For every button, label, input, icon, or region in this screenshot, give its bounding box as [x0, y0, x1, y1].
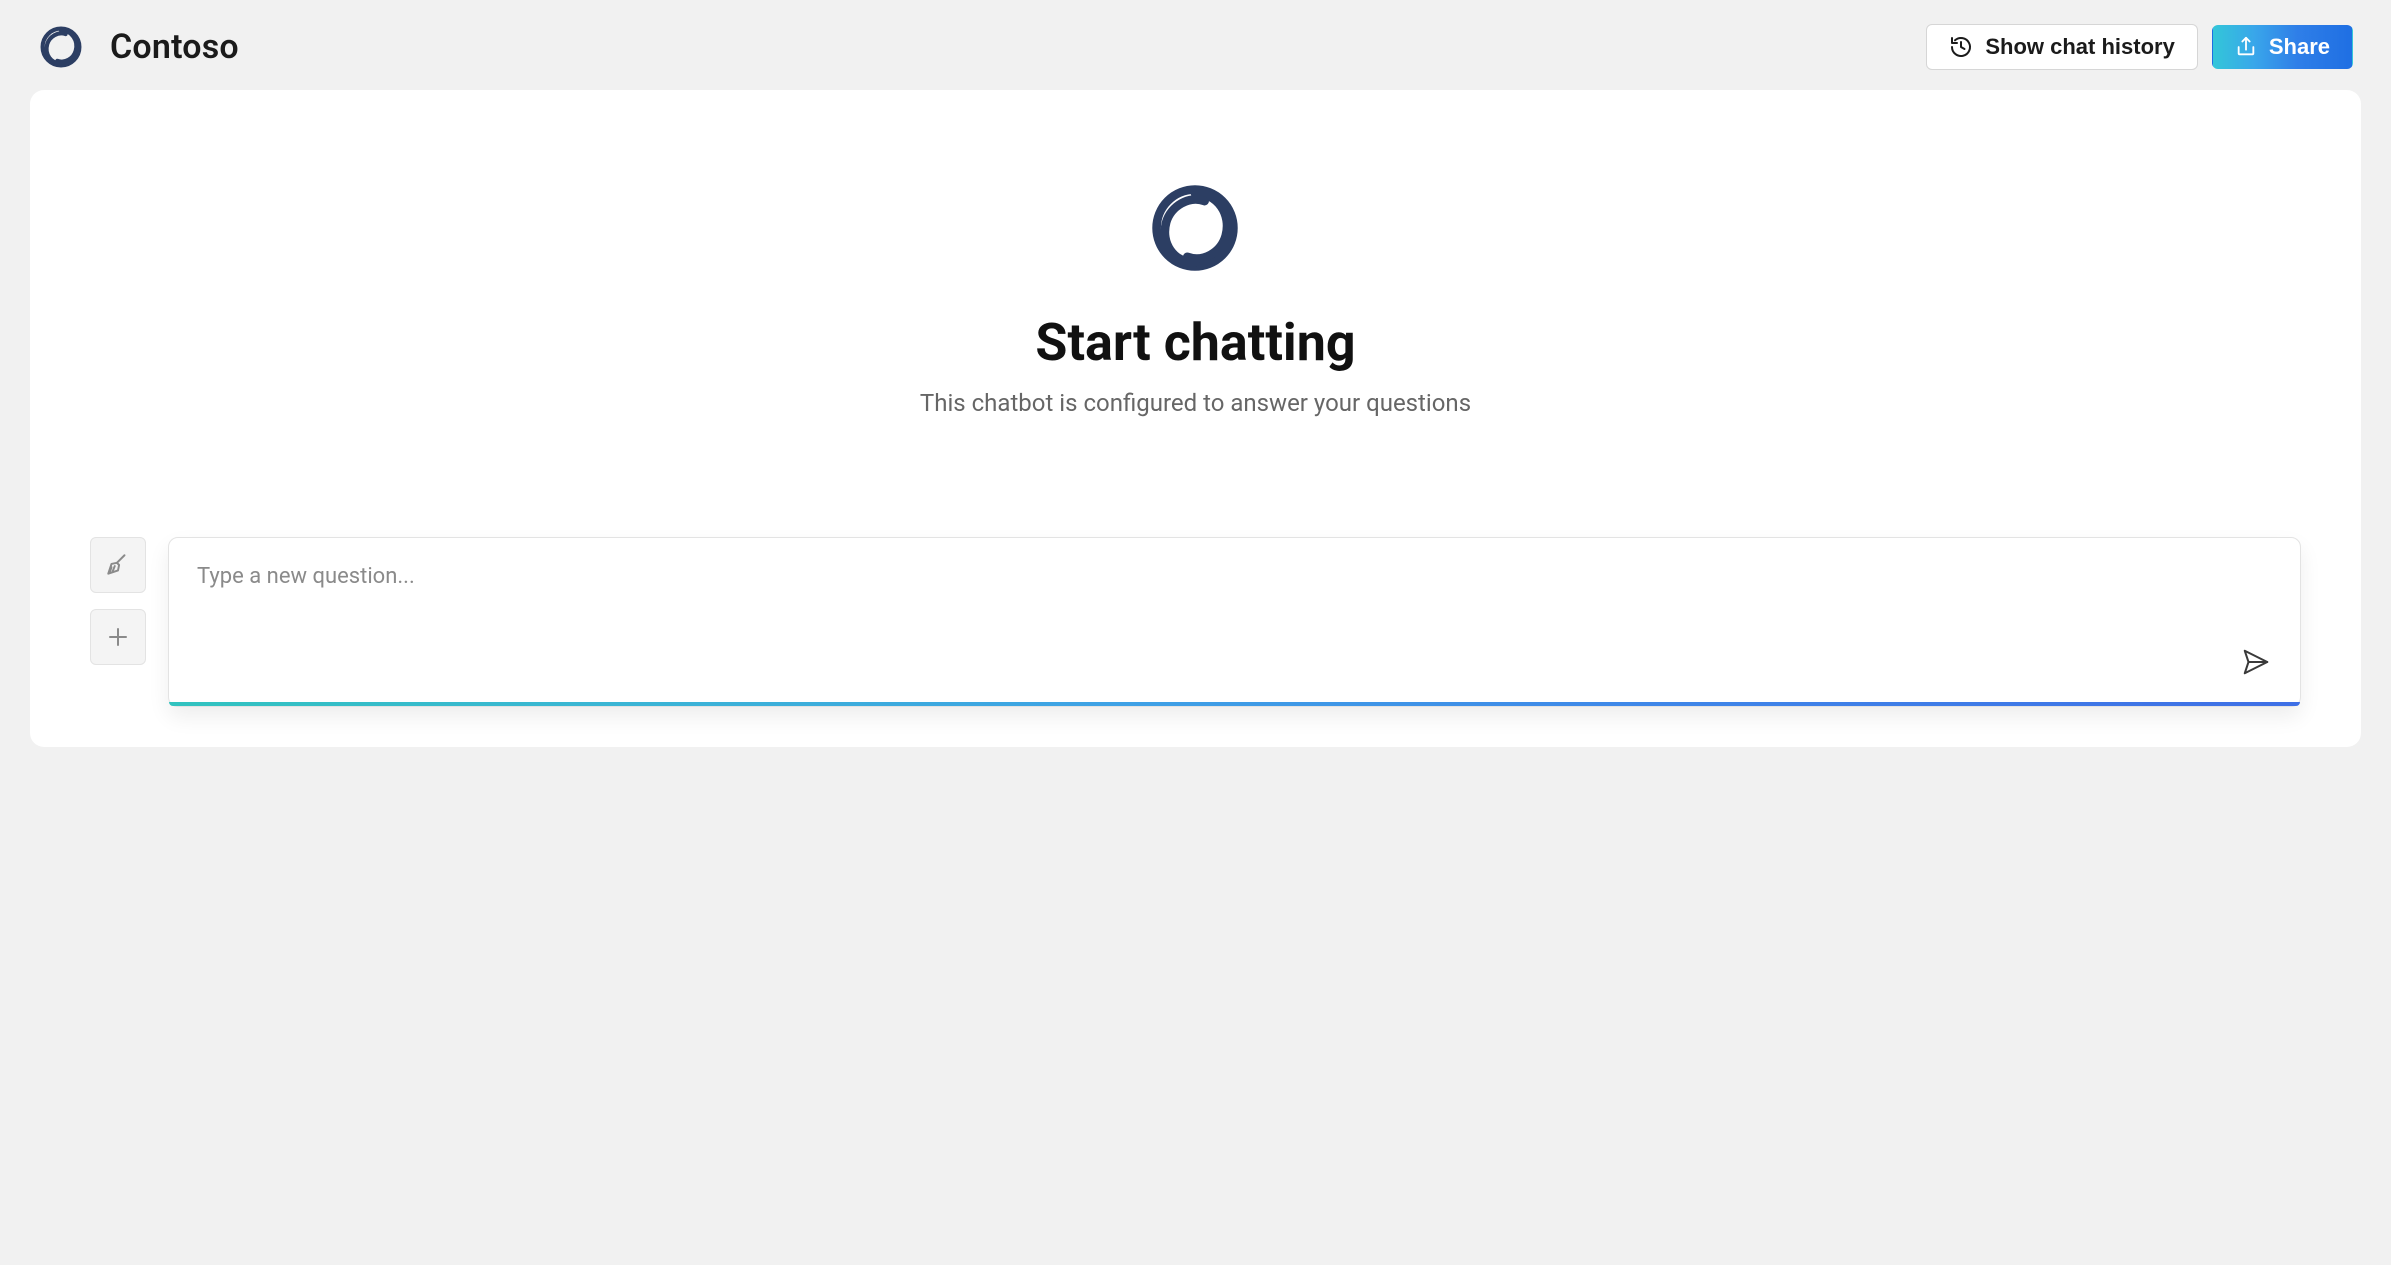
new-chat-button[interactable] [90, 609, 146, 665]
app-root: Contoso Show chat history [0, 0, 2391, 1265]
clear-chat-button[interactable] [90, 537, 146, 593]
header: Contoso Show chat history [30, 20, 2361, 90]
composer-row [90, 537, 2301, 707]
show-chat-history-label: Show chat history [1985, 36, 2174, 58]
broom-icon [105, 552, 131, 578]
send-icon [2241, 647, 2271, 677]
share-button[interactable]: Share [2212, 25, 2353, 69]
history-icon [1949, 35, 1973, 59]
header-actions: Show chat history Share [1926, 24, 2353, 70]
brand-swirl-icon [38, 24, 84, 70]
composer-accent-bar [169, 702, 2300, 706]
share-label: Share [2269, 36, 2330, 58]
composer [168, 537, 2301, 707]
composer-side-actions [90, 537, 146, 707]
hero: Start chatting This chatbot is configure… [920, 180, 1471, 417]
share-icon [2235, 36, 2257, 58]
brand-title: Contoso [110, 27, 239, 67]
question-input[interactable] [169, 538, 2300, 702]
plus-icon [106, 625, 130, 649]
hero-subtitle: This chatbot is configured to answer you… [920, 389, 1471, 417]
chat-card: Start chatting This chatbot is configure… [30, 90, 2361, 747]
brand: Contoso [38, 24, 239, 70]
hero-title: Start chatting [1035, 312, 1355, 373]
hero-swirl-icon [1147, 180, 1243, 276]
show-chat-history-button[interactable]: Show chat history [1926, 24, 2197, 70]
send-button[interactable] [2234, 640, 2278, 684]
